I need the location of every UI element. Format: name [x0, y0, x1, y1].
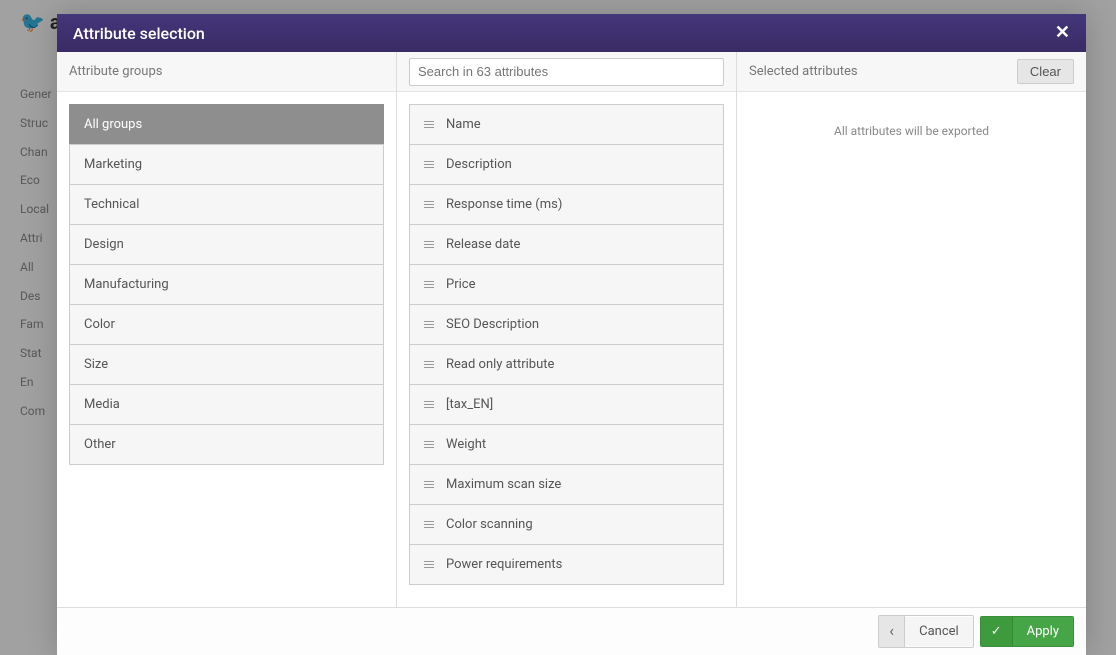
group-label: Technical — [84, 197, 139, 212]
attribute-item[interactable]: Color scanning — [409, 504, 724, 545]
attribute-item[interactable]: [tax_EN] — [409, 384, 724, 425]
selected-header-label: Selected attributes — [749, 64, 858, 79]
group-item[interactable]: Size — [69, 344, 384, 385]
drag-handle-icon[interactable] — [424, 161, 434, 168]
attribute-item[interactable]: Response time (ms) — [409, 184, 724, 225]
attribute-label: Price — [446, 277, 475, 292]
attribute-label: Release date — [446, 237, 520, 252]
attribute-item[interactable]: Power requirements — [409, 544, 724, 585]
attribute-groups-column: Attribute groups All groups Marketing Tech… — [57, 52, 397, 607]
group-item[interactable]: Design — [69, 224, 384, 265]
groups-header: Attribute groups — [57, 52, 396, 92]
close-icon[interactable]: ✕ — [1055, 24, 1070, 42]
drag-handle-icon[interactable] — [424, 121, 434, 128]
attributes-list: Name Description Response time (ms) Release… — [397, 92, 736, 607]
apply-button[interactable]: Apply — [980, 616, 1074, 647]
attribute-label: Maximum scan size — [446, 477, 561, 492]
attribute-label: Response time (ms) — [446, 197, 562, 212]
attribute-label: Power requirements — [446, 557, 562, 572]
group-item[interactable]: All groups — [69, 104, 384, 145]
group-label: Other — [84, 437, 116, 452]
empty-message: All attributes will be exported — [749, 104, 1074, 138]
attribute-label: [tax_EN] — [446, 397, 493, 412]
drag-handle-icon[interactable] — [424, 321, 434, 328]
drag-handle-icon[interactable] — [424, 241, 434, 248]
drag-handle-icon[interactable] — [424, 521, 434, 528]
attribute-label: Read only attribute — [446, 357, 554, 372]
modal-header: Attribute selection ✕ — [57, 14, 1086, 52]
group-label: Size — [84, 357, 108, 372]
drag-handle-icon[interactable] — [424, 201, 434, 208]
search-input[interactable] — [409, 58, 724, 86]
group-label: Media — [84, 397, 120, 412]
cancel-label: Cancel — [905, 617, 973, 646]
groups-header-label: Attribute groups — [69, 64, 162, 79]
attribute-item[interactable]: Price — [409, 264, 724, 305]
group-item[interactable]: Manufacturing — [69, 264, 384, 305]
attribute-item[interactable]: Maximum scan size — [409, 464, 724, 505]
drag-handle-icon[interactable] — [424, 401, 434, 408]
cancel-button[interactable]: Cancel — [878, 615, 973, 648]
modal-footer: Cancel Apply — [57, 607, 1086, 655]
search-header — [397, 52, 736, 92]
attribute-label: Description — [446, 157, 512, 172]
drag-handle-icon[interactable] — [424, 281, 434, 288]
group-item[interactable]: Marketing — [69, 144, 384, 185]
attribute-label: Color scanning — [446, 517, 533, 532]
drag-handle-icon[interactable] — [424, 361, 434, 368]
selected-list: All attributes will be exported — [737, 92, 1086, 607]
apply-label: Apply — [1013, 617, 1073, 646]
group-label: All groups — [84, 117, 142, 132]
group-item[interactable]: Technical — [69, 184, 384, 225]
drag-handle-icon[interactable] — [424, 441, 434, 448]
attribute-item[interactable]: Release date — [409, 224, 724, 265]
attribute-item[interactable]: SEO Description — [409, 304, 724, 345]
modal-title: Attribute selection — [73, 24, 205, 43]
attribute-item[interactable]: Description — [409, 144, 724, 185]
clear-button[interactable]: Clear — [1017, 59, 1074, 84]
attributes-column: Name Description Response time (ms) Release… — [397, 52, 737, 607]
selected-header: Selected attributes Clear — [737, 52, 1086, 92]
attribute-label: Weight — [446, 437, 486, 452]
group-label: Color — [84, 317, 115, 332]
drag-handle-icon[interactable] — [424, 561, 434, 568]
group-item[interactable]: Color — [69, 304, 384, 345]
group-label: Design — [84, 237, 124, 252]
drag-handle-icon[interactable] — [424, 481, 434, 488]
modal-body: Attribute groups All groups Marketing Tech… — [57, 52, 1086, 607]
check-icon — [981, 617, 1013, 646]
group-label: Manufacturing — [84, 277, 169, 292]
attribute-label: SEO Description — [446, 317, 539, 332]
groups-list: All groups Marketing Technical Design Manufa… — [57, 92, 396, 607]
attribute-item[interactable]: Weight — [409, 424, 724, 465]
chevron-left-icon — [879, 616, 905, 647]
attribute-item[interactable]: Name — [409, 104, 724, 145]
attribute-label: Name — [446, 117, 481, 132]
group-item[interactable]: Other — [69, 424, 384, 465]
group-item[interactable]: Media — [69, 384, 384, 425]
selected-column: Selected attributes Clear All attributes… — [737, 52, 1086, 607]
attribute-selection-modal: Attribute selection ✕ Attribute groups A… — [57, 14, 1086, 655]
attribute-item[interactable]: Read only attribute — [409, 344, 724, 385]
group-label: Marketing — [84, 157, 142, 172]
